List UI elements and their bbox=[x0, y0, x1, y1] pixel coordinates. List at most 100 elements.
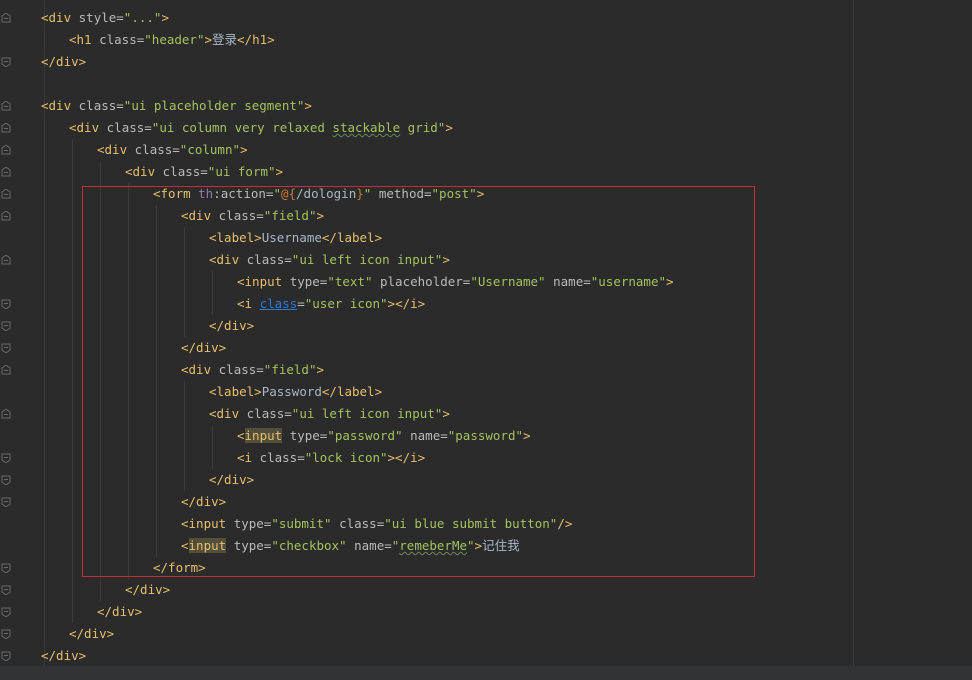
code-line[interactable]: </div> bbox=[181, 491, 226, 513]
fold-end-icon[interactable] bbox=[1, 497, 11, 507]
code-token-txt: 登录 bbox=[212, 32, 238, 47]
code-line[interactable]: <div class="ui left icon input"> bbox=[209, 403, 450, 425]
code-token-tag: <div bbox=[181, 362, 219, 377]
code-token-txt: Username bbox=[261, 230, 322, 245]
code-line[interactable]: <input type="checkbox" name="remeberMe">… bbox=[181, 535, 520, 557]
code-line[interactable]: </div> bbox=[125, 579, 170, 601]
code-token-val: "ui form" bbox=[207, 164, 276, 179]
code-token-tag: < bbox=[181, 538, 189, 553]
code-token-tag: > bbox=[304, 98, 312, 113]
fold-end-icon[interactable] bbox=[1, 475, 11, 485]
code-line[interactable]: </div> bbox=[209, 315, 254, 337]
code-token-tag: </label> bbox=[321, 384, 383, 399]
fold-collapse-icon[interactable] bbox=[1, 189, 11, 199]
code-line[interactable]: </div> bbox=[181, 337, 226, 359]
code-line[interactable]: <div class="field"> bbox=[181, 359, 324, 381]
fold-end-icon[interactable] bbox=[1, 57, 11, 67]
code-token-expr: } bbox=[356, 186, 364, 201]
code-token-link: class bbox=[259, 296, 298, 311]
fold-collapse-icon[interactable] bbox=[1, 123, 11, 133]
code-line[interactable]: </div> bbox=[41, 645, 86, 667]
fold-end-icon[interactable] bbox=[1, 607, 11, 617]
fold-collapse-icon[interactable] bbox=[1, 145, 11, 155]
fold-collapse-icon[interactable] bbox=[1, 365, 11, 375]
code-token-val: "username" bbox=[590, 274, 667, 289]
code-token-val: "header" bbox=[144, 32, 205, 47]
fold-end-icon[interactable] bbox=[1, 343, 11, 353]
code-token-val: "ui placeholder segment" bbox=[123, 98, 305, 113]
code-token-tag: </div> bbox=[209, 472, 255, 487]
code-line[interactable]: <div class="ui form"> bbox=[125, 161, 283, 183]
fold-end-icon[interactable] bbox=[1, 563, 11, 573]
code-token-val: "submit" bbox=[271, 516, 332, 531]
code-token-attr: class= bbox=[218, 208, 264, 223]
fold-end-icon[interactable] bbox=[1, 629, 11, 639]
code-line[interactable]: </form> bbox=[153, 557, 206, 579]
code-line[interactable]: <i class="user icon"></i> bbox=[237, 293, 425, 315]
indent-guide bbox=[212, 425, 213, 469]
code-token-tag: <div bbox=[41, 98, 79, 113]
code-line[interactable]: </div> bbox=[209, 469, 254, 491]
code-line[interactable]: <label>Username</label> bbox=[209, 227, 382, 249]
code-token-tag: <i bbox=[237, 296, 260, 311]
code-line[interactable]: <form th:action="@{/dologin}" method="po… bbox=[153, 183, 484, 205]
code-line[interactable]: <div class="ui placeholder segment"> bbox=[41, 95, 312, 117]
code-token-tag: <div bbox=[69, 120, 107, 135]
code-line[interactable]: <div class="field"> bbox=[181, 205, 324, 227]
code-token-tag: </div> bbox=[181, 494, 227, 509]
code-line[interactable]: <div class="ui left icon input"> bbox=[209, 249, 450, 271]
code-token-attr: class= bbox=[78, 98, 124, 113]
code-line[interactable]: <div class="column"> bbox=[97, 139, 248, 161]
code-token-tag: <h1 bbox=[69, 32, 100, 47]
code-line[interactable]: <label>Password</label> bbox=[209, 381, 382, 403]
code-token-attr: type= bbox=[282, 428, 328, 443]
code-token-attr: type= bbox=[289, 274, 328, 289]
code-line[interactable]: </div> bbox=[69, 623, 114, 645]
horizontal-scrollbar[interactable] bbox=[0, 666, 972, 680]
code-token-tag: </form> bbox=[153, 560, 206, 575]
code-token-tag: <i bbox=[237, 450, 260, 465]
code-token-tag: /> bbox=[557, 516, 573, 531]
fold-end-icon[interactable] bbox=[1, 651, 11, 661]
fold-collapse-icon[interactable] bbox=[1, 211, 11, 221]
code-token-tag: input bbox=[244, 428, 283, 443]
code-token-tag: > bbox=[474, 538, 483, 553]
indent-guide bbox=[72, 139, 73, 623]
code-token-attr: placeholder= bbox=[372, 274, 471, 289]
code-line[interactable]: <i class="lock icon"></i> bbox=[237, 447, 425, 469]
code-token-attr: class= bbox=[106, 120, 152, 135]
code-token-tag: > bbox=[445, 120, 453, 135]
code-token-tag: > bbox=[204, 32, 213, 47]
fold-collapse-icon[interactable] bbox=[1, 167, 11, 177]
code-token-val: grid" bbox=[400, 120, 446, 135]
code-token-val: "text" bbox=[327, 274, 373, 289]
fold-end-icon[interactable] bbox=[1, 321, 11, 331]
fold-end-icon[interactable] bbox=[1, 299, 11, 309]
code-token-tag: </div> bbox=[69, 626, 115, 641]
code-line[interactable]: <input type="submit" class="ui blue subm… bbox=[181, 513, 572, 535]
code-token-tag: <label bbox=[209, 230, 255, 245]
fold-end-icon[interactable] bbox=[1, 453, 11, 463]
fold-collapse-icon[interactable] bbox=[1, 101, 11, 111]
code-line[interactable]: <input type="password" name="password"> bbox=[237, 425, 531, 447]
fold-end-icon[interactable] bbox=[1, 585, 11, 595]
code-token-tag: </label> bbox=[321, 230, 383, 245]
code-line[interactable]: </div> bbox=[97, 601, 142, 623]
code-token-tag: > bbox=[275, 164, 284, 179]
code-token-attr: class= bbox=[99, 32, 145, 47]
fold-collapse-icon[interactable] bbox=[1, 409, 11, 419]
code-token-val: "column" bbox=[179, 142, 241, 157]
code-token-val: "post" bbox=[431, 186, 477, 201]
fold-collapse-icon[interactable] bbox=[1, 255, 11, 265]
code-line[interactable]: <h1 class="header">登录</h1> bbox=[69, 29, 275, 51]
code-token-attr: name= bbox=[346, 538, 392, 553]
code-line[interactable]: </div> bbox=[41, 51, 86, 73]
code-token-attr: type= bbox=[233, 516, 272, 531]
code-token-val: "field" bbox=[263, 208, 317, 223]
code-token-tag: > bbox=[240, 142, 248, 157]
code-line[interactable]: <div class="ui column very relaxed stack… bbox=[69, 117, 453, 139]
code-line[interactable]: <div style="..."> bbox=[41, 7, 169, 29]
code-token-attr: name= bbox=[402, 428, 448, 443]
fold-collapse-icon[interactable] bbox=[1, 13, 11, 23]
code-line[interactable]: <input type="text" placeholder="Username… bbox=[237, 271, 674, 293]
